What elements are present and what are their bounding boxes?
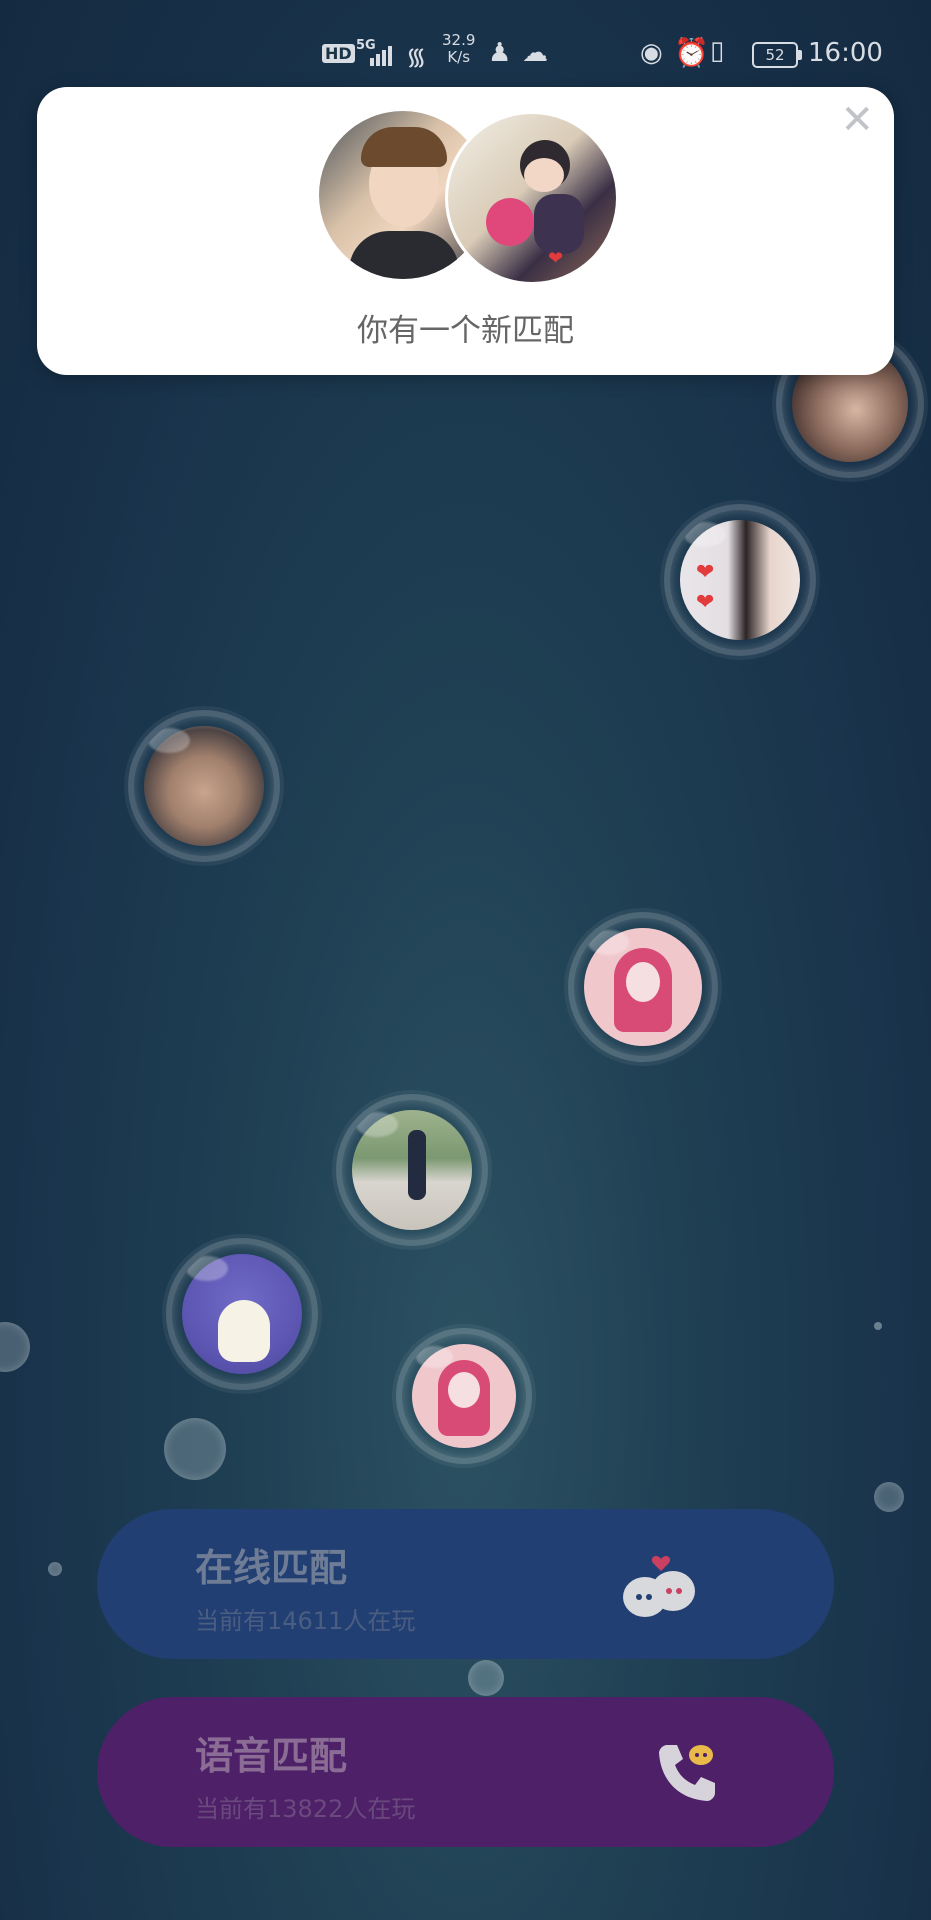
heart-icon: ❤ [696, 560, 715, 585]
avatar-bubble[interactable]: ❤ ❤ [670, 510, 810, 650]
heart-icon: ❤ [548, 248, 564, 269]
duck-avatar-icon [218, 1300, 270, 1362]
avatar-bubble[interactable] [172, 1244, 312, 1384]
online-match-subtitle: 当前有14611人在玩 [195, 1607, 416, 1635]
qq-icon: ♟ [488, 38, 512, 68]
voice-match-title: 语音匹配 [195, 1734, 348, 1778]
signal-icon [370, 42, 398, 66]
clock: 16:00 [808, 38, 883, 68]
avatar-bubble[interactable] [134, 716, 274, 856]
decorative-bubble [468, 1660, 504, 1696]
online-match-title: 在线匹配 [195, 1546, 348, 1590]
chat-bubbles-icon [623, 1556, 695, 1617]
close-icon[interactable]: ✕ [840, 97, 874, 143]
decorative-bubble [48, 1562, 62, 1576]
wechat-icon: ☁ [522, 38, 548, 68]
alarm-icon: ⏰ [674, 36, 709, 69]
voice-match-button[interactable]: 语音匹配 当前有13822人在玩 [97, 1697, 834, 1847]
eye-icon: ◉ [640, 38, 663, 68]
toast-title: 你有一个新匹配 [357, 313, 574, 349]
avatar-bubble[interactable] [342, 1100, 482, 1240]
vibrate-icon: ▯ [710, 36, 725, 66]
avatar-bubble[interactable] [574, 918, 712, 1056]
phone-call-icon [659, 1745, 715, 1801]
heart-icon: ❤ [696, 590, 715, 615]
battery-icon: 52 [752, 42, 802, 68]
decorative-bubble [874, 1322, 882, 1330]
matched-avatar-right: ❤ [445, 111, 619, 285]
wifi-icon: ᯾ [406, 43, 427, 71]
network-speed: 32.9 K/s [442, 31, 476, 66]
new-match-toast[interactable]: ✕ ❤ 你有一个新匹配 [37, 87, 894, 375]
hd-icon: HD [322, 44, 355, 63]
avatar-bubble[interactable] [402, 1334, 526, 1458]
decorative-bubble [164, 1418, 226, 1480]
decorative-bubble [0, 1322, 30, 1372]
voice-match-subtitle: 当前有13822人在玩 [195, 1795, 416, 1823]
decorative-bubble [874, 1482, 904, 1512]
online-match-button[interactable]: 在线匹配 当前有14611人在玩 [97, 1509, 834, 1659]
